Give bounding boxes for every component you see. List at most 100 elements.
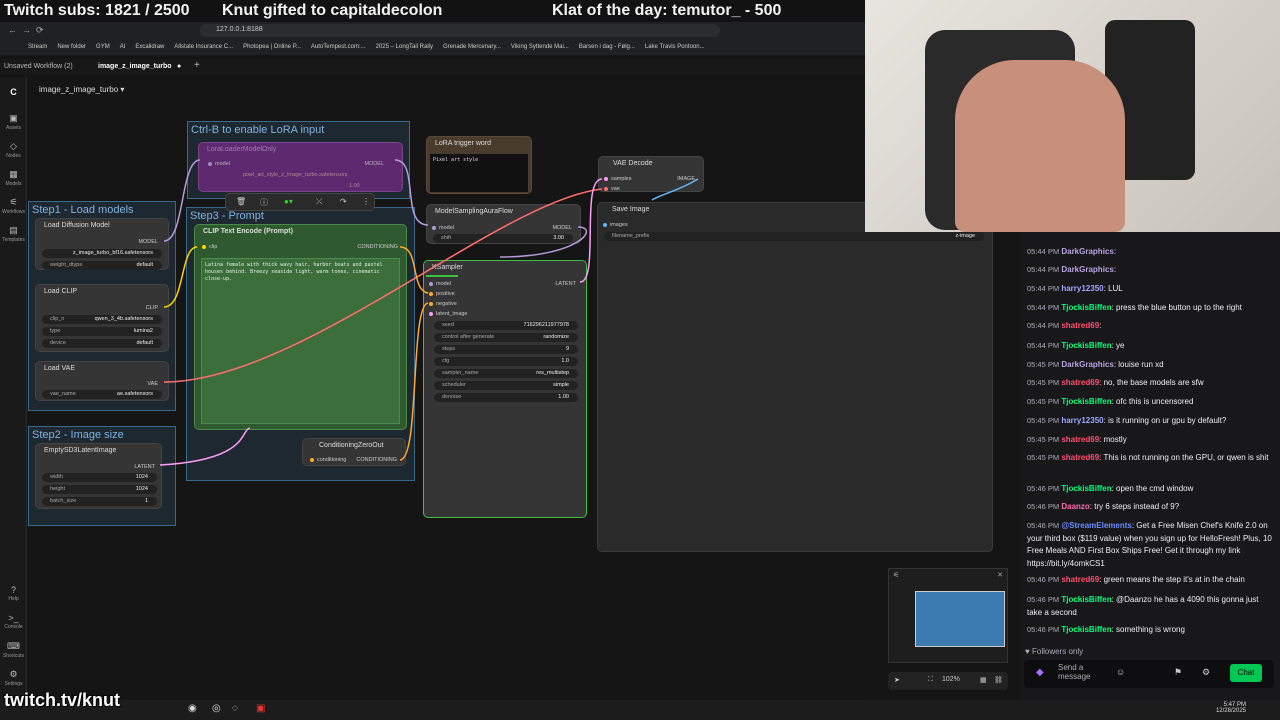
chat-message: 05:45 PM shatred69: no, the base models …: [1027, 378, 1204, 387]
bookmark-item[interactable]: New folder: [57, 40, 86, 50]
bookmark-item[interactable]: Grenade Mercenary...: [443, 40, 501, 50]
control-widget[interactable]: control after generate randomize: [434, 333, 578, 342]
steps-widget[interactable]: steps 9: [434, 345, 578, 354]
node-conditioning-zero[interactable]: ConditioningZeroOut conditioning CONDITI…: [302, 438, 406, 466]
clip-type-widget[interactable]: type lumina2: [42, 327, 162, 336]
more-icon[interactable]: ⋮: [362, 197, 370, 206]
sidebar-item-nodes[interactable]: ◇ Nodes: [0, 141, 27, 159]
bookmark-item[interactable]: Stream: [28, 40, 47, 50]
sampler-widget[interactable]: sampler_name res_multistep: [434, 369, 578, 378]
node-load-diffusion[interactable]: Load Diffusion Model MODEL z_image_turbo…: [35, 218, 169, 270]
webcam-feed: [865, 0, 1280, 232]
chrome-icon[interactable]: ◉: [188, 703, 197, 714]
zoom-level[interactable]: 102%: [942, 676, 960, 683]
node-load-vae[interactable]: Load VAE VAE vae_name ae.safetensors: [35, 361, 169, 401]
chat-message: 05:44 PM shatred69:: [1027, 321, 1102, 330]
chat-message: 05:46 PM TjockisBiffen: @Daanzo he has a…: [1027, 595, 1259, 617]
bypass-icon[interactable]: ⤫: [316, 197, 322, 207]
redo-icon[interactable]: ↷: [340, 197, 347, 206]
node-empty-latent[interactable]: EmptySD3LatentImage LATENT width 1024 hei…: [35, 443, 162, 509]
sidebar-item-console[interactable]: >_ Console: [0, 613, 27, 630]
url-bar[interactable]: 127.0.0.1:8188: [200, 24, 720, 37]
bookmark-item[interactable]: Barsen i dag - Følg...: [579, 40, 635, 50]
minimap[interactable]: ⚟ ✕: [888, 568, 1008, 663]
bookmark-item[interactable]: 2025 – LongTail Rally: [376, 40, 433, 50]
bookmark-item[interactable]: GYM: [96, 40, 110, 50]
bookmark-item[interactable]: AI: [120, 40, 126, 50]
bookmark-item[interactable]: AutoTempest.com:...: [311, 40, 366, 50]
sidebar-item-templates[interactable]: ▤ Templates: [0, 225, 27, 243]
discord-icon[interactable]: ◎: [212, 703, 221, 714]
chat-input[interactable]: Send a message: [1058, 663, 1108, 681]
batch-size-widget[interactable]: batch_size 1: [42, 497, 157, 506]
bookmark-item[interactable]: Photopea | Online P...: [243, 40, 301, 50]
comfy-logo-icon[interactable]: C: [0, 87, 27, 98]
tab-unsaved-workflow[interactable]: Unsaved Workflow (2): [4, 63, 73, 70]
info-icon[interactable]: ⓘ: [260, 197, 268, 208]
chat-input-bar[interactable]: ◆ Send a message ☺ ⚑ ⚙ Chat: [1024, 660, 1274, 688]
bookmark-item[interactable]: Lake Travis Pontoon...: [645, 40, 705, 50]
prompt-textarea[interactable]: Latina female with thick wavy hair, harb…: [201, 258, 400, 424]
vae-name-widget[interactable]: vae_name ae.safetensors: [42, 390, 162, 399]
nodes-icon: ◇: [10, 141, 17, 151]
scheduler-widget[interactable]: scheduler simple: [434, 381, 578, 390]
seed-widget[interactable]: seed 716296211977978: [434, 321, 578, 330]
settings-icon[interactable]: ⚟: [893, 571, 899, 579]
chat-message: 05:45 PM shatred69: This is not running …: [1027, 453, 1269, 462]
sidebar-item-shortcuts[interactable]: ⌨ Shortcuts: [0, 641, 27, 659]
clip-device-widget[interactable]: device default: [42, 339, 162, 348]
chat-message: 05:45 PM DarkGraphics: louise run xd: [1027, 360, 1164, 369]
trigger-text[interactable]: Pixel art style: [430, 154, 528, 192]
bits-icon[interactable]: ◆: [1036, 667, 1044, 678]
height-widget[interactable]: height 1024: [42, 485, 157, 494]
link-visibility-icon[interactable]: ⛓: [994, 676, 1003, 684]
sidebar: C ▣ Assets ◇ Nodes ▦ Models ⚟ Workflows ▤ Tem…: [0, 77, 27, 705]
bookmark-item[interactable]: Excalidraw: [135, 40, 164, 50]
node-save-image[interactable]: Save Image images filename_prefix z-image: [597, 202, 993, 552]
new-tab-icon[interactable]: +: [194, 60, 200, 71]
width-widget[interactable]: width 1024: [42, 473, 157, 482]
bookmark-item[interactable]: Allstate Insurance C...: [174, 40, 233, 50]
denoise-widget[interactable]: denoise 1.00: [434, 393, 578, 402]
forward-icon[interactable]: →: [22, 25, 31, 35]
shift-widget[interactable]: shift 3.00: [433, 234, 573, 243]
settings-gear-icon[interactable]: ⚙: [1202, 667, 1210, 678]
gift-icon[interactable]: ⚑: [1174, 667, 1182, 678]
node-ksampler[interactable]: KSampler LATENT model positive negative …: [423, 260, 587, 518]
filename-prefix-widget[interactable]: filename_prefix z-image: [604, 232, 984, 241]
chat-send-button[interactable]: Chat: [1230, 664, 1262, 682]
unet-name-widget[interactable]: z_image_turbo_bf16.safetensors: [42, 249, 162, 258]
node-clip-text-encode[interactable]: CLIP Text Encode (Prompt) clip CONDITION…: [194, 224, 407, 430]
reload-icon[interactable]: ⟳: [36, 25, 44, 36]
node-lora-trigger[interactable]: LoRA trigger word Pixel art style: [426, 136, 532, 194]
sidebar-item-workflows[interactable]: ⚟ Workflows: [0, 197, 27, 215]
sidebar-item-assets[interactable]: ▣ Assets: [0, 113, 27, 131]
node-lora-loader[interactable]: LoraLoaderModelOnly model MODEL pixel_ar…: [198, 142, 403, 192]
obs-icon[interactable]: ▣: [256, 703, 265, 714]
minimap-viewport[interactable]: [915, 591, 1005, 647]
weight-dtype-widget[interactable]: weight_dtype default: [42, 261, 162, 270]
fit-view-icon[interactable]: ⛶: [928, 676, 933, 684]
clip-name-widget[interactable]: clip_n qwen_3_4b.safetensors: [42, 315, 162, 324]
sidebar-item-settings[interactable]: ⚙ Settings: [0, 669, 27, 687]
sidebar-item-help[interactable]: ? Help: [0, 585, 27, 602]
node-load-clip[interactable]: Load CLIP CLIP clip_n qwen_3_4b.safetenso…: [35, 284, 169, 352]
select-tool-icon[interactable]: ➤: [894, 676, 900, 684]
workflow-title[interactable]: image_z_image_turbo ▾: [39, 85, 124, 94]
delete-icon[interactable]: 🗑: [236, 197, 246, 206]
close-icon[interactable]: ✕: [997, 571, 1003, 579]
back-icon[interactable]: ←: [8, 25, 17, 35]
emote-icon[interactable]: ☺: [1116, 667, 1125, 677]
bookmark-item[interactable]: Viking Syttende Mai...: [511, 40, 569, 50]
selection-toolbar: 🗑 ⓘ ●▾ ⤫ ↷ ⋮: [225, 193, 375, 211]
app-icon[interactable]: ◌: [232, 703, 238, 714]
cfg-widget[interactable]: cfg 1.0: [434, 357, 578, 366]
tab-active-workflow[interactable]: image_z_image_turbo: [98, 63, 172, 70]
sidebar-item-models[interactable]: ▦ Models: [0, 169, 27, 187]
color-icon[interactable]: ●▾: [284, 197, 293, 206]
node-vae-decode[interactable]: VAE Decode samples vae IMAGE: [598, 156, 704, 192]
node-model-sampling[interactable]: ModelSamplingAuraFlow model MODEL shift 3…: [426, 204, 581, 244]
clock[interactable]: 5:47 PM 12/28/2025: [1216, 702, 1246, 714]
minimap-toggle-icon[interactable]: ▦: [980, 676, 987, 684]
chat-message: 05:46 PM @StreamElements: Get a Free Mis…: [1027, 521, 1272, 568]
